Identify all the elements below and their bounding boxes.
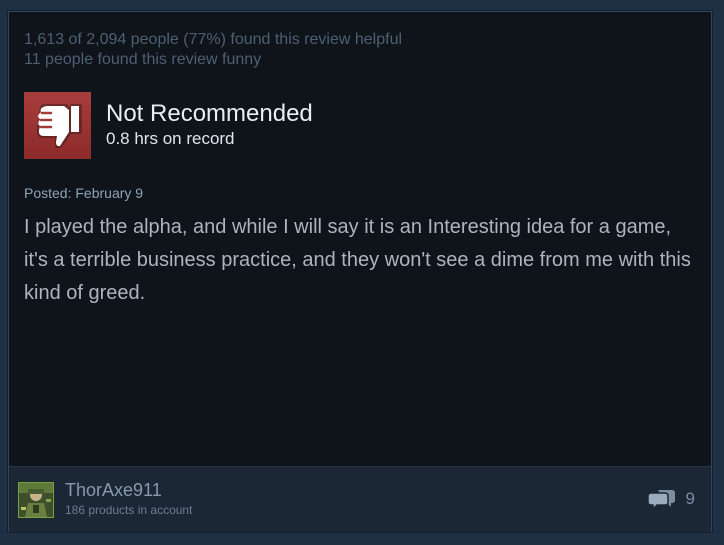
- review-card: 1,613 of 2,094 people (77%) found this r…: [8, 11, 712, 532]
- page: 1,613 of 2,094 people (77%) found this r…: [0, 0, 724, 545]
- thumbs-down-icon[interactable]: [24, 92, 91, 159]
- funny-count: 11 people found this review funny: [24, 51, 262, 68]
- review-verdict[interactable]: Not Recommended: [106, 100, 313, 128]
- comment-bubbles-icon: [647, 490, 675, 511]
- posted-date: Posted: February 9: [24, 185, 144, 201]
- comments-link[interactable]: 9: [647, 487, 695, 511]
- hours-on-record: 0.8 hrs on record: [106, 129, 235, 148]
- author-product-count[interactable]: 186 products in account: [65, 503, 192, 518]
- author-username[interactable]: ThorAxe911: [65, 479, 162, 501]
- review-author-footer: ThorAxe911 186 products in account 9: [9, 466, 711, 532]
- avatar[interactable]: [18, 482, 54, 518]
- review-votes: 1,613 of 2,094 people (77%) found this r…: [24, 30, 402, 70]
- comments-count: 9: [685, 489, 695, 508]
- helpful-count: 1,613 of 2,094 people (77%) found this r…: [24, 31, 403, 48]
- review-body: I played the alpha, and while I will say…: [24, 216, 691, 304]
